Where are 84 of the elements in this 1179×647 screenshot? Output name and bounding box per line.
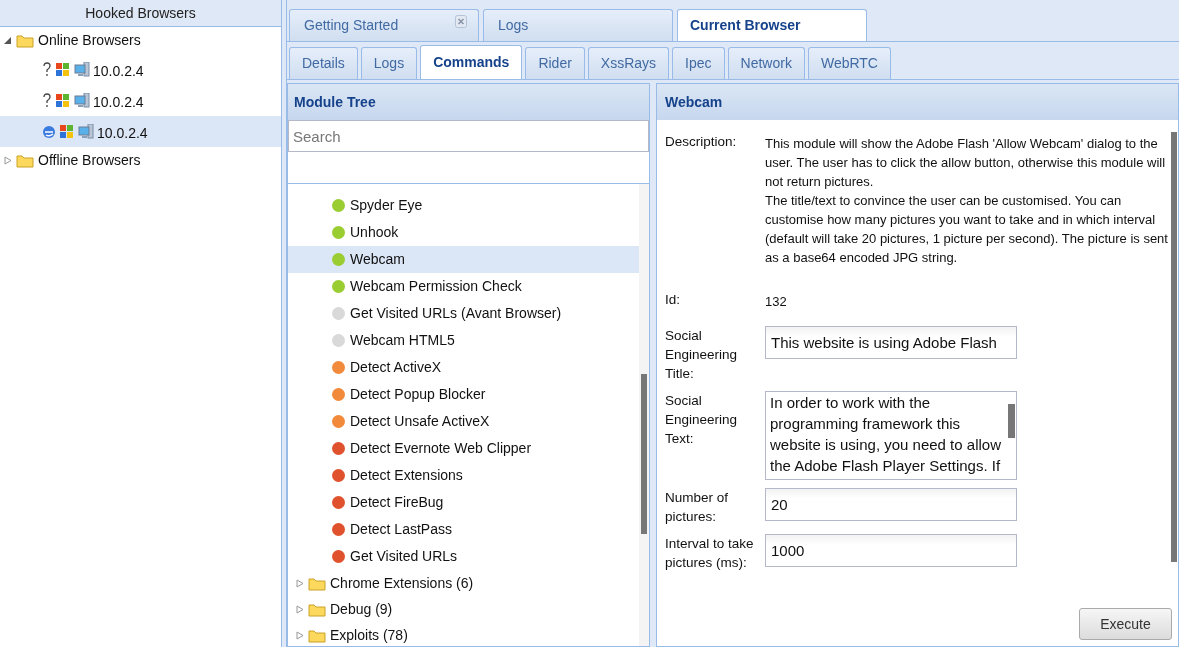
module-item[interactable]: Detect Evernote Web Clipper [288, 435, 639, 462]
module-label: Webcam Permission Check [350, 277, 522, 296]
execute-button[interactable]: Execute [1079, 608, 1172, 640]
browser-row[interactable]: 10.0.2.4 [0, 85, 281, 116]
tab[interactable]: Rider [525, 47, 585, 79]
folder-item[interactable]: Chrome Extensions (6) [288, 570, 639, 596]
field-value: 132 [765, 293, 788, 311]
module-item[interactable]: Detect Extensions [288, 462, 639, 489]
module-label: Detect Evernote Web Clipper [350, 439, 532, 458]
panel-header: Hooked Browsers [0, 0, 281, 27]
module-label: Detect Popup Blocker [350, 385, 486, 404]
field-label: Social Engineering Title: [665, 327, 739, 383]
module-label: Detect FireBug [350, 493, 444, 512]
input-field[interactable]: 20 [765, 488, 1017, 521]
module-item[interactable]: Detect LastPass [288, 516, 639, 543]
folder-icon [16, 153, 34, 168]
module-item[interactable]: Spyder Eye [288, 192, 639, 219]
module-label: Detect Extensions [350, 466, 463, 485]
windows-icon [59, 123, 75, 140]
tab[interactable]: Commands [420, 45, 523, 79]
computer-icon [78, 124, 94, 139]
module-label: Detect LastPass [350, 520, 452, 539]
module-label: Webcam HTML5 [350, 331, 455, 350]
module-label: Webcam [350, 250, 405, 269]
folder-icon [308, 601, 326, 617]
panel-header: Webcam [657, 84, 1178, 120]
text-area[interactable]: In order to work with the programming framework this website is using, you need to allow the Adobe Flash Player Settings. If [765, 391, 1017, 480]
tab[interactable]: Current Browser [677, 9, 867, 41]
module-item[interactable]: Webcam Permission Check [288, 273, 639, 300]
browser-row[interactable]: 10.0.2.4 [0, 54, 281, 85]
module-item[interactable]: Detect ActiveX [288, 354, 639, 381]
module-item[interactable]: Detect Popup Blocker [288, 381, 639, 408]
folder-label: Debug (9) [330, 599, 393, 619]
module-label: Detect Unsafe ActiveX [350, 412, 490, 431]
folder-label: Chrome Extensions (6) [330, 573, 474, 593]
input-field[interactable]: This website is using Adobe Flash [765, 326, 1017, 359]
folder-item[interactable]: Debug (9) [288, 596, 639, 622]
windows-icon [55, 61, 71, 78]
browser-row[interactable]: 10.0.2.4 [0, 116, 281, 147]
module-label: Spyder Eye [350, 196, 423, 215]
tab[interactable]: Getting Started [289, 9, 479, 41]
ip-address: 10.0.2.4 [97, 124, 148, 143]
search-field[interactable]: Search [288, 120, 649, 152]
scrollbar[interactable] [639, 184, 649, 646]
tab[interactable]: WebRTC [807, 47, 891, 79]
tree-item[interactable]: Online Browsers [38, 30, 141, 51]
computer-icon [74, 93, 90, 108]
field-value: This module will show the Adobe Flash 'Allow Webcam' dialog to the user. The user has to click the allow button, otherwise this module will not return pictures. The title/text to convince the user can be customised. You can customise how many pictures you want to take and in which interval (default will take 20 pictures, 1 picture per second). The picture is sent as a base64 encoded JPG string. [765, 135, 1169, 267]
field-label: Id: [665, 291, 681, 309]
field-label: Interval to take pictures (ms): [665, 535, 755, 572]
module-label: Get Visited URLs [350, 547, 458, 566]
folder-icon [308, 575, 326, 591]
module-item[interactable]: Unhook [288, 219, 639, 246]
tab[interactable]: Logs [483, 9, 673, 41]
module-item[interactable]: Webcam HTML5 [288, 327, 639, 354]
field-label: Number of pictures: [665, 489, 730, 526]
field-label: Social Engineering Text: [665, 392, 739, 448]
module-label: Detect ActiveX [350, 358, 442, 377]
close-icon[interactable] [455, 15, 467, 28]
panel-header: Module Tree [288, 84, 649, 120]
caret-icon[interactable] [4, 36, 12, 45]
tree-item[interactable]: Offline Browsers [38, 150, 141, 171]
module-item[interactable]: Detect Unsafe ActiveX [288, 408, 639, 435]
ip-address: 10.0.2.4 [93, 62, 144, 81]
folder-icon [16, 33, 34, 48]
field-label: Description: [665, 133, 738, 151]
tab[interactable]: XssRays [587, 47, 670, 79]
tab[interactable]: Details [289, 47, 358, 79]
module-label: Get Visited URLs (Avant Browser) [350, 304, 562, 323]
folder-icon [308, 627, 326, 643]
tab[interactable]: Ipec [672, 47, 725, 79]
module-item[interactable]: Webcam [288, 246, 639, 273]
ip-address: 10.0.2.4 [93, 93, 144, 112]
module-label: Unhook [350, 223, 399, 242]
module-item[interactable]: Detect FireBug [288, 489, 639, 516]
input-field[interactable]: 1000 [765, 534, 1017, 567]
windows-icon [55, 92, 71, 109]
computer-icon [74, 62, 90, 77]
module-item[interactable]: Get Visited URLs [288, 543, 639, 570]
tab[interactable]: Logs [360, 47, 418, 79]
module-item[interactable]: Get Visited URLs (Avant Browser) [288, 300, 639, 327]
folder-label: Exploits (78) [330, 625, 408, 645]
folder-item[interactable]: Exploits (78) [288, 622, 639, 646]
tab[interactable]: Network [727, 47, 805, 79]
